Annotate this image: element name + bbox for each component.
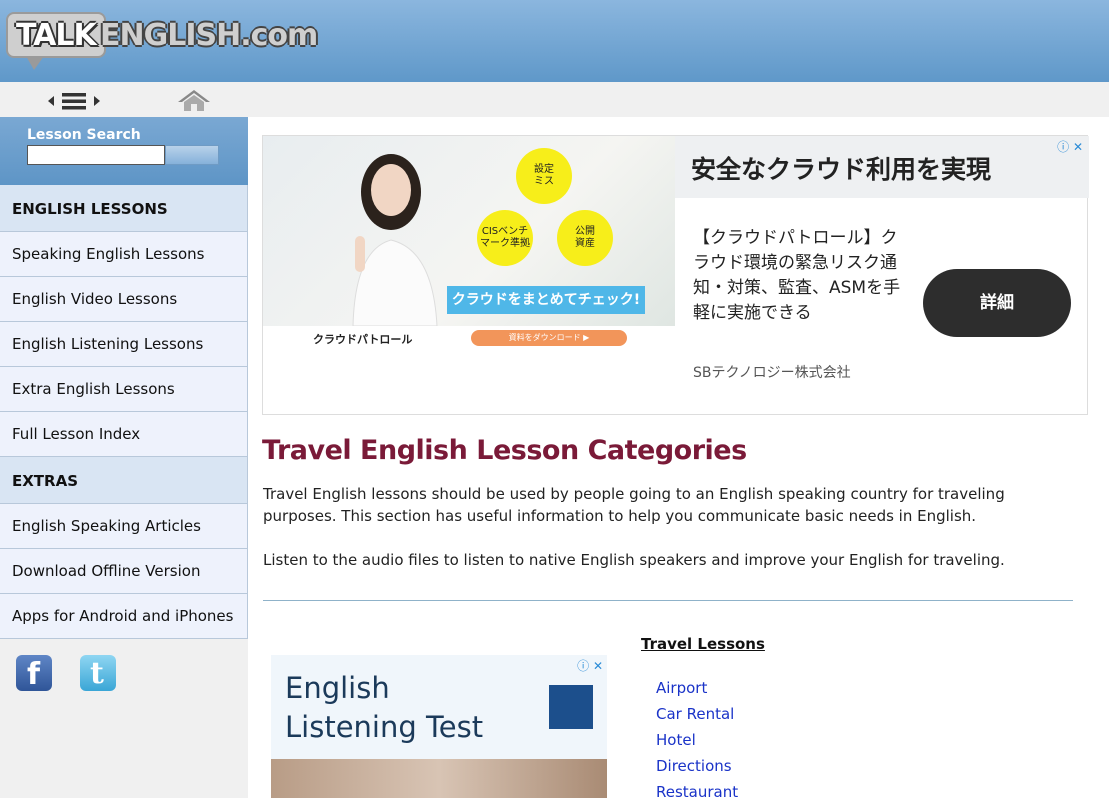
ad-check-bar: クラウドをまとめてチェック! bbox=[447, 286, 645, 314]
lesson-search: Lesson Search bbox=[0, 117, 248, 185]
intro-paragraph: Travel English lessons should be used by… bbox=[263, 485, 1005, 525]
travel-lessons-title: Travel Lessons bbox=[641, 635, 765, 653]
home-icon[interactable] bbox=[176, 88, 212, 112]
search-input[interactable] bbox=[27, 145, 165, 165]
sidebar-item-speaking[interactable]: Speaking English Lessons bbox=[0, 232, 248, 277]
logo-talk: TALK bbox=[16, 18, 97, 53]
lesson-link-car-rental[interactable]: Car Rental bbox=[656, 701, 765, 727]
lesson-list: Airport Car Rental Hotel Directions Rest… bbox=[641, 675, 765, 798]
ad-image: 設定 ミス CISベンチ マーク準拠 公開 資産 クラウドをまとめてチェック! bbox=[263, 136, 675, 326]
bubble-cis: CISベンチ マーク準拠 bbox=[477, 210, 533, 266]
sidebar-item-articles[interactable]: English Speaking Articles bbox=[0, 504, 248, 549]
main-content: 設定 ミス CISベンチ マーク準拠 公開 資産 クラウドをまとめてチェック! … bbox=[248, 117, 1109, 798]
sidebar-item-listening[interactable]: English Listening Lessons bbox=[0, 322, 248, 367]
search-label: Lesson Search bbox=[27, 127, 141, 143]
adchoices-icon-2[interactable]: ⓘ ✕ bbox=[577, 657, 603, 674]
ad-headline: 安全なクラウド利用を実現 bbox=[675, 136, 1089, 198]
adchoices-icon[interactable]: ⓘ ✕ bbox=[1057, 138, 1083, 155]
ad2-line2: Listening Test bbox=[285, 710, 484, 744]
section-heading-extras: EXTRAS bbox=[0, 457, 248, 504]
facebook-icon[interactable]: f bbox=[16, 655, 52, 692]
menu-arrows-icon[interactable] bbox=[48, 92, 100, 110]
ad2-line1: English bbox=[285, 671, 390, 705]
ad-brand: クラウドパトロール bbox=[313, 333, 413, 346]
audio-paragraph: Listen to the audio files to listen to n… bbox=[263, 551, 1005, 569]
ad-banner-bottom[interactable]: English Listening Test ⓘ ✕ bbox=[271, 655, 607, 798]
sidebar: Lesson Search ENGLISH LESSONS Speaking E… bbox=[0, 117, 248, 798]
logo-bubble-tail bbox=[26, 56, 44, 70]
page-title: Travel English Lesson Categories bbox=[262, 435, 747, 466]
lesson-link-restaurant[interactable]: Restaurant bbox=[656, 779, 765, 798]
sidebar-item-download[interactable]: Download Offline Version bbox=[0, 549, 248, 594]
woman-photo bbox=[352, 154, 438, 326]
ad-cta-button[interactable]: 詳細 bbox=[923, 269, 1071, 337]
section-heading-english-lessons: ENGLISH LESSONS bbox=[0, 185, 248, 232]
bubble-public: 公開 資産 bbox=[557, 210, 613, 266]
sidebar-item-extra[interactable]: Extra English Lessons bbox=[0, 367, 248, 412]
twitter-icon[interactable]: t bbox=[80, 655, 116, 691]
lesson-link-airport[interactable]: Airport bbox=[656, 675, 765, 701]
sidebar-item-video[interactable]: English Video Lessons bbox=[0, 277, 248, 322]
sidebar-item-apps[interactable]: Apps for Android and iPhones bbox=[0, 594, 248, 639]
ad-download-button[interactable]: 資料をダウンロード ▶ bbox=[471, 330, 627, 346]
bubble-settings: 設定 ミス bbox=[516, 148, 572, 204]
ad2-photo bbox=[271, 759, 607, 798]
ad-company: SBテクノロジー株式会社 bbox=[693, 365, 851, 381]
search-button[interactable] bbox=[165, 145, 219, 165]
lesson-link-directions[interactable]: Directions bbox=[656, 753, 765, 779]
ad2-text: English Listening Test bbox=[285, 669, 483, 747]
toolbar bbox=[0, 82, 1109, 117]
sidebar-item-index[interactable]: Full Lesson Index bbox=[0, 412, 248, 457]
divider bbox=[263, 600, 1073, 601]
ad-body: 【クラウドパトロール】クラウド環境の緊急リスク通知・対策、監査、ASMを手軽に実… bbox=[693, 228, 901, 323]
ad2-logo-icon bbox=[549, 685, 593, 729]
travel-lessons: Travel Lessons Airport Car Rental Hotel … bbox=[641, 635, 765, 798]
social-links: f t bbox=[0, 639, 248, 692]
ad-footer-strip: クラウドパトロール 資料をダウンロード ▶ bbox=[263, 326, 675, 352]
ad-banner-top[interactable]: 設定 ミス CISベンチ マーク準拠 公開 資産 クラウドをまとめてチェック! … bbox=[262, 135, 1089, 415]
lesson-link-hotel[interactable]: Hotel bbox=[656, 727, 765, 753]
logo-english: ENGLISH.com bbox=[100, 18, 318, 53]
site-header: TALK ENGLISH.com bbox=[0, 0, 1109, 82]
